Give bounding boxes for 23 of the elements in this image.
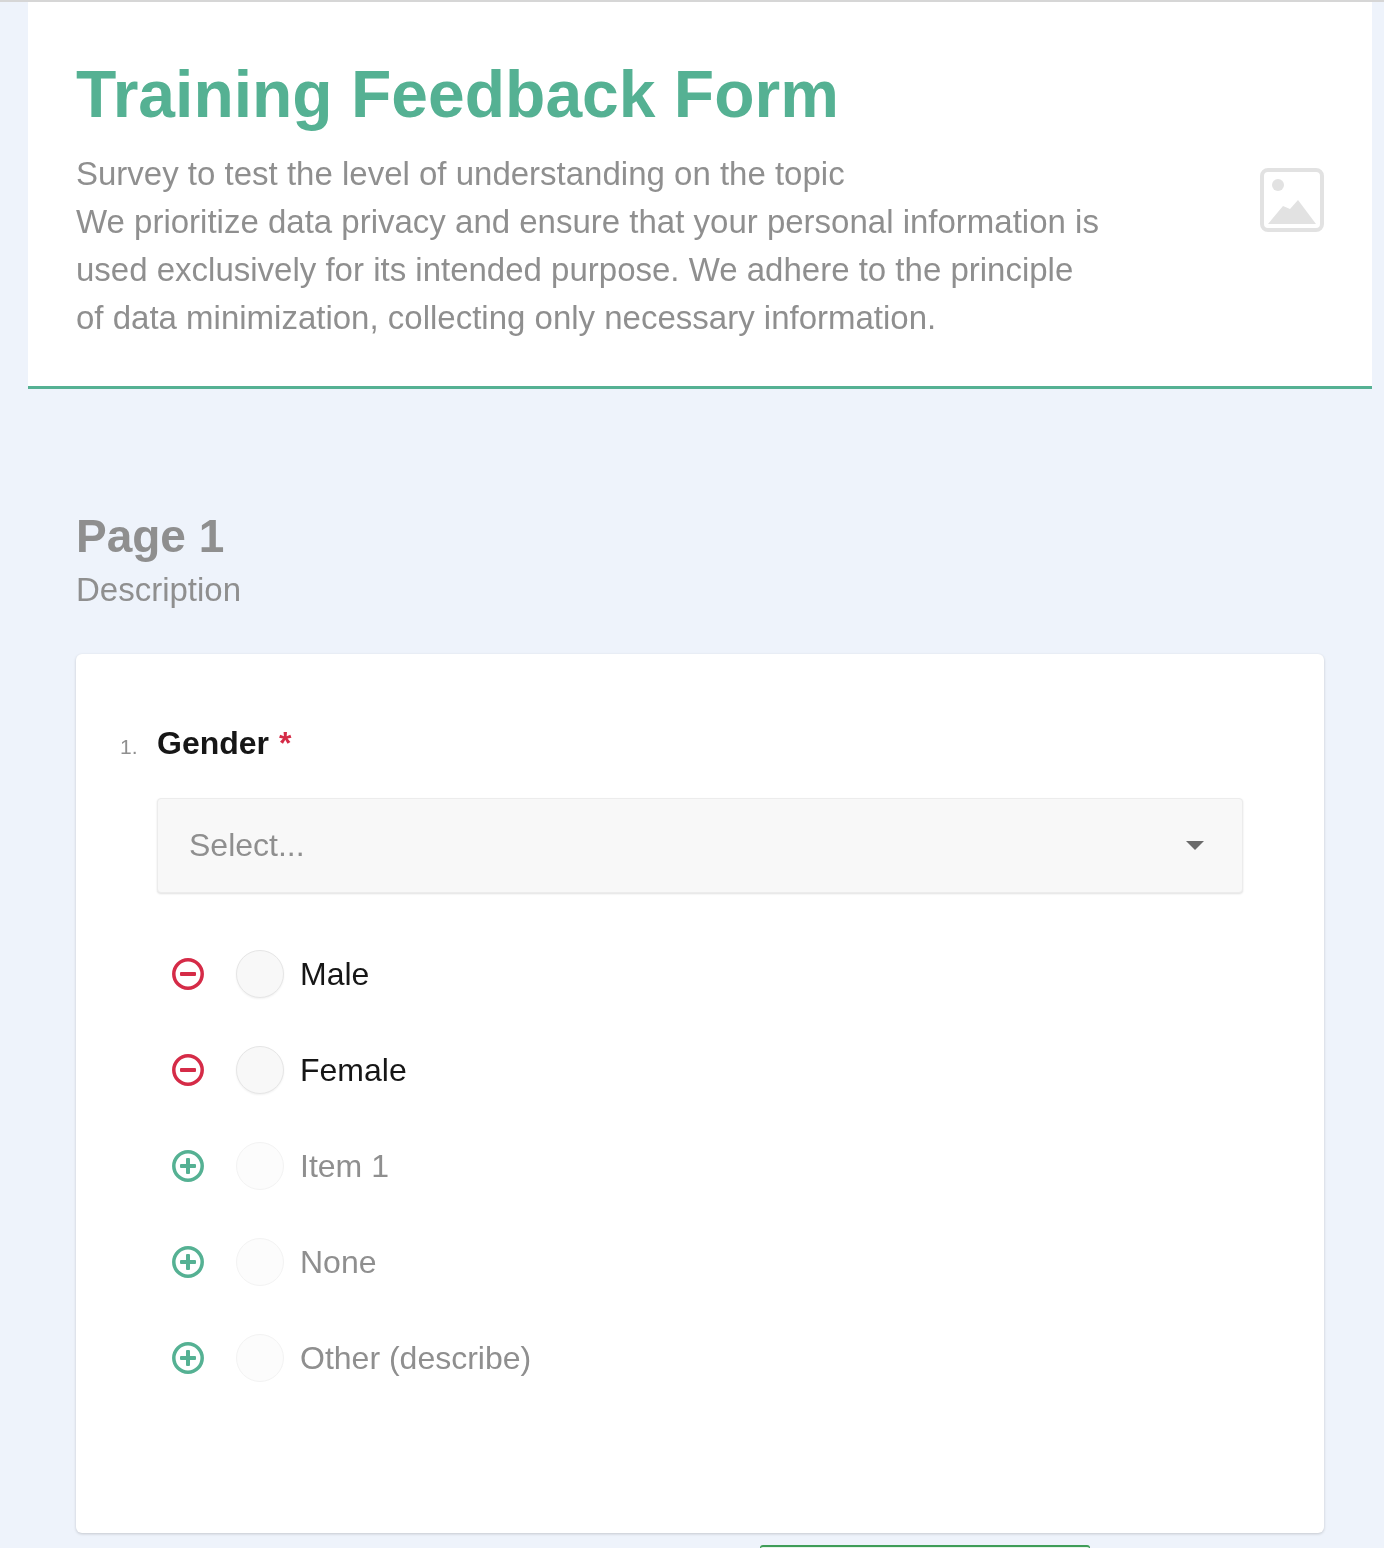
image-icon[interactable] xyxy=(1260,167,1324,232)
required-mark: * xyxy=(279,724,292,763)
radio-button[interactable] xyxy=(236,1046,284,1094)
option-label: Male xyxy=(300,955,370,994)
radio-button[interactable] xyxy=(236,950,284,998)
add-circle-icon[interactable] xyxy=(172,1150,204,1182)
option-label: None xyxy=(300,1243,377,1282)
form-title: Training Feedback Form xyxy=(76,57,840,131)
page-title: Page 1 xyxy=(76,509,225,564)
remove-circle-icon[interactable] xyxy=(172,958,204,990)
button-edge[interactable] xyxy=(760,1545,1090,1548)
page-description: Description xyxy=(76,570,242,610)
add-circle-icon[interactable] xyxy=(172,1342,204,1374)
add-circle-icon[interactable] xyxy=(172,1246,204,1278)
option-label: Other (describe) xyxy=(300,1339,532,1378)
dropdown-field[interactable]: Select... xyxy=(157,798,1243,893)
question-number: 1. xyxy=(120,735,139,759)
caret-down-icon xyxy=(1186,841,1204,850)
question-title: Gender xyxy=(157,724,270,763)
form-description: Survey to test the level of understanding on the topic We prioritize data privacy and ensure that your personal information is used exclusively for its intended purpose. We adhere to the principle of data minimization, collecting only necessary information. xyxy=(76,154,1100,338)
option-label: Item 1 xyxy=(300,1147,389,1186)
remove-circle-icon[interactable] xyxy=(172,1054,204,1086)
option-label: Female xyxy=(300,1051,407,1090)
